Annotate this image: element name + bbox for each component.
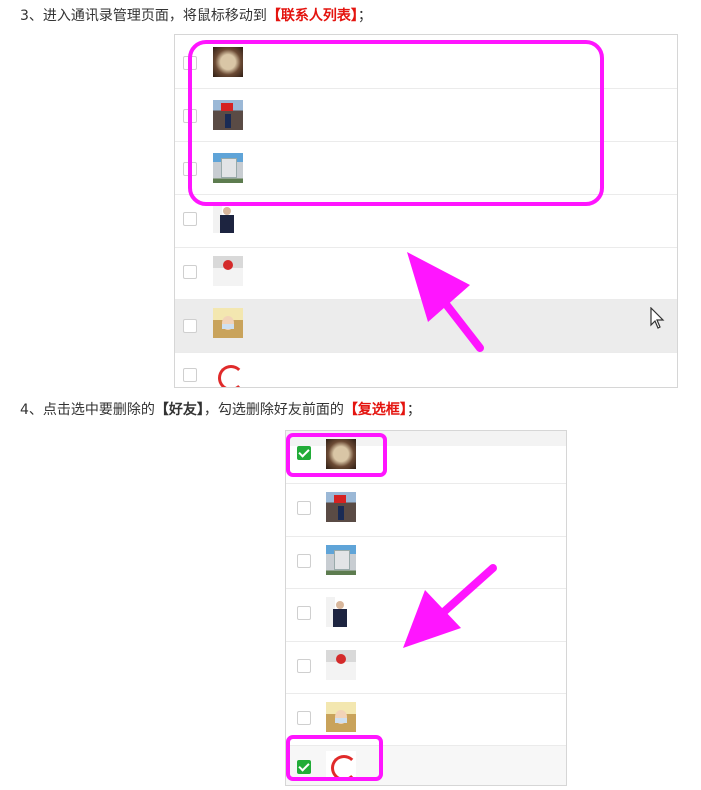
step-3-highlight: 【联系人列表】 [266,8,358,24]
step-4-text: 4、点击选中要删除的【好友】，勾选删除好友前面的【复选框】； [20,401,421,419]
contact-list-highlight-box [188,40,604,206]
person-avatar [326,597,356,627]
step-3-prefix: 3、进入通讯录管理页面，将鼠标移动到 [20,8,267,24]
logo-avatar [326,650,356,680]
contact-checkbox[interactable] [183,368,197,382]
face-mask-avatar [326,702,356,732]
contact-checkbox[interactable] [183,319,197,333]
contact-checkbox[interactable] [297,501,311,515]
person-avatar [213,203,243,233]
monument-avatar [326,545,356,575]
step-4-suffix: ； [406,402,421,418]
logo-avatar [213,256,243,286]
face-mask-avatar [213,308,243,338]
contact-checkbox[interactable] [183,265,197,279]
step-3-text: 3、进入通讯录管理页面，将鼠标移动到【联系人列表】； [20,7,372,25]
step-4-middle: ，勾选删除好友前面的 [203,402,344,418]
mouse-cursor-icon [650,307,665,329]
red-logo-avatar [213,361,243,387]
step-4-prefix: 4、点击选中要删除的 [20,402,155,418]
contact-row[interactable] [175,352,677,387]
first-checkbox-highlight-box [286,433,387,477]
contact-checkbox[interactable] [297,606,311,620]
flag-avatar [326,492,356,522]
step-4-bold: 【好友】 [154,402,204,418]
pointer-arrow-icon [407,252,484,352]
contact-checkbox[interactable] [297,711,311,725]
contact-checkbox[interactable] [183,212,197,226]
step-3-suffix: ； [357,8,372,24]
contact-checkbox[interactable] [297,659,311,673]
step-4-highlight: 【复选框】 [343,402,407,418]
last-checkbox-highlight-box [286,735,383,781]
contact-checkbox[interactable] [297,554,311,568]
pointer-arrow-icon [403,564,497,648]
contact-row[interactable] [286,483,566,536]
